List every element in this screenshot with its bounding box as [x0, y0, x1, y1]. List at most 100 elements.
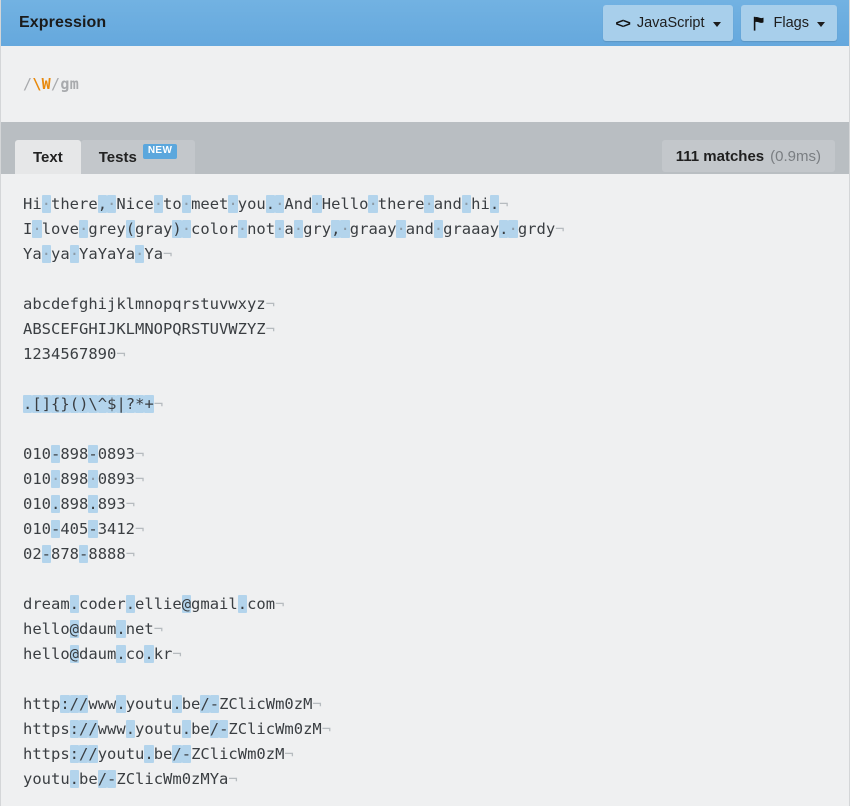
- match-highlight: .: [144, 645, 154, 663]
- match-space: [396, 220, 406, 238]
- match-count-label: 111 matches: [675, 147, 765, 165]
- match-highlight: ,: [97, 195, 108, 213]
- match-highlight: ]: [41, 395, 52, 413]
- match-space: [228, 195, 238, 213]
- match-highlight: -: [88, 520, 98, 538]
- match-highlight: /: [88, 720, 98, 738]
- plain-text: ya: [51, 245, 70, 263]
- plain-text: daum: [79, 620, 117, 638]
- plain-text: co: [125, 645, 145, 663]
- match-highlight: .: [489, 195, 500, 213]
- match-highlight: -: [51, 520, 61, 538]
- plain-text: a: [284, 220, 294, 238]
- match-highlight: -: [88, 445, 98, 463]
- match-highlight: /: [209, 720, 220, 738]
- plain-text: 0893: [97, 470, 136, 488]
- newline-glyph: ¬: [312, 695, 322, 713]
- plain-text: and: [433, 195, 462, 213]
- match-highlight: /: [79, 720, 89, 738]
- match-highlight: .: [116, 645, 126, 663]
- plain-text: And: [284, 195, 313, 213]
- plain-text: gmail: [191, 595, 238, 613]
- plain-text: 010: [23, 445, 51, 463]
- test-string-line: [23, 567, 849, 592]
- match-space: [275, 220, 285, 238]
- plain-text: abcdefghijklmnopqrstuvwxyz: [23, 295, 266, 313]
- match-highlight: }: [60, 395, 70, 413]
- newline-glyph: ¬: [116, 345, 126, 363]
- test-string-line: Hi there, Nice to meet you. And Hello th…: [23, 192, 849, 217]
- plain-text: be: [153, 745, 173, 763]
- plain-text: YaYaYa: [79, 245, 136, 263]
- match-space: [181, 195, 192, 213]
- match-highlight: -: [209, 695, 220, 713]
- plain-text: graay: [349, 220, 397, 238]
- newline-glyph: ¬: [153, 620, 164, 638]
- test-string-line: .[]{}()\^$|?*+¬: [23, 392, 849, 417]
- match-space: [88, 470, 98, 488]
- test-string-line: [23, 417, 849, 442]
- match-highlight: -: [51, 445, 61, 463]
- plain-text: 010: [23, 495, 51, 513]
- expression-open-delimiter: /: [23, 75, 33, 93]
- newline-glyph: ¬: [135, 470, 145, 488]
- match-space: [368, 195, 378, 213]
- plain-text: ZClicWm0zM: [228, 720, 322, 738]
- match-info-box[interactable]: 111 matches (0.9ms): [661, 140, 835, 172]
- match-highlight: ): [172, 220, 182, 238]
- newline-glyph: ¬: [163, 245, 173, 263]
- match-space: [312, 195, 322, 213]
- plain-text: to: [163, 195, 182, 213]
- code-icon: <>: [615, 15, 630, 31]
- plain-text: be: [181, 695, 201, 713]
- match-space: [237, 220, 248, 238]
- plain-text: there: [51, 195, 98, 213]
- plain-text: youtu: [135, 720, 182, 738]
- plain-text: there: [377, 195, 425, 213]
- flags-button[interactable]: Flags: [740, 5, 837, 41]
- tab-tests[interactable]: Tests NEW: [80, 140, 196, 174]
- match-highlight: (: [69, 395, 80, 413]
- match-highlight: /: [200, 695, 210, 713]
- tab-tests-label: Tests: [98, 148, 137, 166]
- plain-text: be: [79, 770, 98, 788]
- plain-text: Nice: [116, 195, 154, 213]
- plain-text: 3412: [97, 520, 136, 538]
- test-string-line: 02-878-8888¬: [23, 542, 849, 567]
- expression-text[interactable]: /\W/gm: [23, 75, 79, 93]
- newline-glyph: ¬: [499, 195, 509, 213]
- expression-pattern: \W: [32, 75, 52, 93]
- flag-icon: [753, 16, 767, 31]
- plain-text: youtu: [125, 695, 173, 713]
- match-highlight: .: [116, 695, 126, 713]
- plain-text: ellie: [135, 595, 182, 613]
- plain-text: be: [191, 720, 210, 738]
- match-space: [32, 220, 42, 238]
- flavor-button[interactable]: <> JavaScript: [603, 5, 733, 41]
- expression-input-area[interactable]: /\W/gm: [1, 46, 849, 122]
- test-string-line: 010-405-3412¬: [23, 517, 849, 542]
- match-highlight: .: [265, 195, 276, 213]
- match-space: [293, 220, 304, 238]
- plain-text: 898: [60, 495, 89, 513]
- match-highlight: :: [69, 745, 80, 763]
- chevron-down-icon: [712, 21, 721, 27]
- match-space: [41, 195, 52, 213]
- test-string-line: ABSCEFGHIJKLMNOPQRSTUVWZYZ¬: [23, 317, 849, 342]
- match-highlight: -: [181, 745, 192, 763]
- match-highlight: [: [32, 395, 42, 413]
- expression-flags: gm: [60, 75, 80, 93]
- match-highlight: .: [23, 395, 33, 413]
- plain-text: grey: [88, 220, 126, 238]
- plain-text: Hello: [321, 195, 369, 213]
- test-string-editor[interactable]: Hi there, Nice to meet you. And Hello th…: [1, 174, 849, 806]
- plain-text: youtu: [23, 770, 70, 788]
- match-highlight: ?: [125, 395, 136, 413]
- plain-text: ZClicWm0zM: [191, 745, 285, 763]
- match-highlight: |: [116, 395, 126, 413]
- match-highlight: @: [69, 620, 80, 638]
- match-highlight: :: [60, 695, 70, 713]
- tab-text[interactable]: Text: [15, 140, 81, 174]
- plain-text: 893: [97, 495, 126, 513]
- plain-text: com: [247, 595, 276, 613]
